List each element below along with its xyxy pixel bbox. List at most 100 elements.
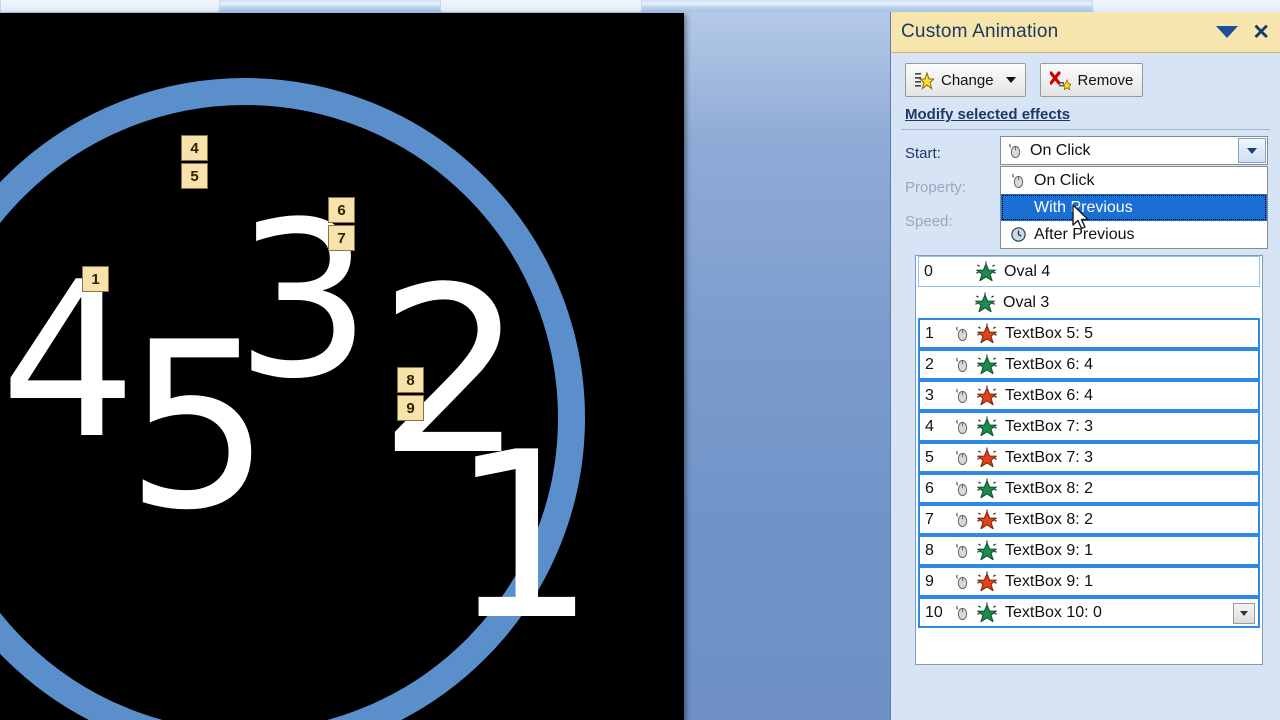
effect-order-number: 7 [925, 510, 934, 528]
effect-type-icon [973, 447, 1001, 469]
start-option-after-previous[interactable]: After Previous [1001, 221, 1267, 248]
effect-item-label: TextBox 6: 4 [1005, 386, 1094, 404]
effect-list-item[interactable]: 9 TextBox 9: 1 [918, 566, 1260, 597]
ribbon-tab-notch-1[interactable] [0, 0, 220, 12]
mouse-click-icon [955, 326, 967, 342]
exit-effect-star-icon [977, 385, 997, 405]
animation-order-tag[interactable]: 1 [82, 266, 109, 292]
mouse-click-icon [955, 481, 967, 497]
start-dropdown-list[interactable]: On Click With Previous After Previous [1000, 166, 1268, 249]
effect-order-number: 2 [925, 355, 934, 373]
start-select[interactable]: On Click [1000, 136, 1268, 165]
mouse-click-trigger-icon [951, 418, 973, 435]
animation-order-tag[interactable]: 5 [181, 163, 208, 189]
effect-list-item[interactable]: 7 TextBox 8: 2 [918, 504, 1260, 535]
pane-title-bar: Custom Animation ✕ [891, 12, 1280, 53]
clock-icon [1010, 227, 1026, 242]
effect-item-label: TextBox 9: 1 [1005, 572, 1094, 590]
effect-order-number: 5 [925, 448, 934, 466]
effect-type-icon [973, 385, 1001, 407]
effect-list-item[interactable]: 0 Oval 4 [918, 256, 1260, 287]
effect-type-icon [973, 509, 1001, 531]
chevron-down-icon[interactable] [1238, 138, 1266, 163]
effect-order-number: 4 [925, 417, 934, 435]
effect-item-label: TextBox 8: 2 [1005, 479, 1094, 497]
mouse-click-trigger-icon [951, 604, 973, 621]
mouse-click-trigger-icon [951, 511, 973, 528]
effect-item-label: TextBox 7: 3 [1005, 417, 1094, 435]
mouse-click-icon [955, 605, 967, 621]
effect-item-label: TextBox 5: 5 [1005, 324, 1094, 342]
divider [901, 129, 1270, 130]
entrance-effect-star-icon [977, 354, 997, 374]
effect-item-label: TextBox 6: 4 [1005, 355, 1094, 373]
start-option-with-previous[interactable]: With Previous [1001, 194, 1267, 221]
effect-list-item[interactable]: 1 TextBox 5: 5 [918, 318, 1260, 349]
animation-order-tag[interactable]: 6 [328, 197, 355, 223]
effect-item-label: TextBox 10: 0 [1005, 603, 1102, 621]
chevron-down-icon[interactable] [1216, 26, 1239, 38]
effect-order-number: 0 [924, 262, 933, 280]
effect-list-item[interactable]: 10 TextBox 10: 0 [918, 597, 1260, 628]
ribbon-tab-notch-3[interactable] [1092, 0, 1280, 12]
property-label: Property: [905, 178, 966, 196]
slide-digit[interactable]: 4 [0, 253, 137, 468]
exit-effect-star-icon [977, 571, 997, 591]
entrance-effect-star-icon [975, 292, 995, 312]
remove-button[interactable]: Remove [1039, 63, 1144, 97]
mouse-click-trigger-icon [951, 480, 973, 497]
entrance-effect-star-icon [977, 478, 997, 498]
animation-order-tag[interactable]: 9 [397, 395, 424, 421]
effect-type-icon [973, 323, 1001, 345]
effect-list-item[interactable]: 2 TextBox 6: 4 [918, 349, 1260, 380]
animation-effect-list[interactable]: 0 Oval 4 Oval 3 1 TextBox 5: 5 2 TextBox 6: 43… [915, 255, 1263, 665]
change-button[interactable]: Change [905, 63, 1026, 97]
mouse-click-trigger-icon [951, 542, 973, 559]
ribbon-sliver [0, 0, 1280, 12]
remove-button-label: Remove [1077, 71, 1134, 89]
chevron-down-icon [1240, 611, 1248, 616]
mouse-click-trigger-icon [951, 449, 973, 466]
effect-type-icon [971, 292, 999, 314]
effect-type-icon [973, 571, 1001, 593]
ribbon-tab-notch-2[interactable] [440, 0, 642, 12]
mouse-click-trigger-icon [951, 573, 973, 590]
close-icon[interactable]: ✕ [1252, 22, 1270, 43]
mouse-click-icon [1008, 143, 1021, 159]
modify-selected-effects-header: Modify selected effects [905, 106, 1071, 123]
animation-order-tag[interactable]: 4 [181, 135, 208, 161]
start-option-label: With Previous [1034, 198, 1133, 216]
effect-list-item[interactable]: 8 TextBox 9: 1 [918, 535, 1260, 566]
animation-order-tag[interactable]: 7 [328, 225, 355, 251]
effect-list-item[interactable]: 5 TextBox 7: 3 [918, 442, 1260, 473]
slide-area: 45321 1456789 [0, 13, 686, 720]
entrance-effect-star-icon [977, 416, 997, 436]
slide-digit[interactable]: 1 [450, 423, 596, 653]
page-title: Custom Animation [901, 21, 1059, 42]
mouse-click-trigger-icon [951, 356, 973, 373]
effect-item-label: Oval 4 [1004, 262, 1051, 280]
effect-type-icon [973, 354, 1001, 376]
effect-item-label: TextBox 7: 3 [1005, 448, 1094, 466]
start-label: Start: [905, 144, 941, 162]
change-effect-star-icon [915, 70, 934, 90]
effect-type-icon [973, 602, 1001, 624]
effect-list-item[interactable]: 3 TextBox 6: 4 [918, 380, 1260, 411]
effect-list-item[interactable]: Oval 3 [918, 287, 1260, 318]
chevron-down-icon[interactable] [1005, 77, 1016, 83]
mouse-click-icon [955, 543, 967, 559]
mouse-click-icon [1011, 173, 1023, 189]
start-option-on-click[interactable]: On Click [1001, 167, 1267, 194]
effect-expand-button[interactable] [1233, 603, 1255, 624]
effect-type-icon [973, 540, 1001, 562]
start-option-label: On Click [1034, 171, 1095, 189]
mouse-click-trigger-icon [951, 325, 973, 342]
slide-canvas[interactable]: 45321 1456789 [0, 13, 684, 720]
effect-list-item[interactable]: 6 TextBox 8: 2 [918, 473, 1260, 504]
animation-order-tag[interactable]: 8 [397, 367, 424, 393]
effect-type-icon [972, 261, 1000, 283]
effect-item-label: TextBox 8: 2 [1005, 510, 1094, 528]
mouse-click-icon [955, 574, 967, 590]
effect-list-item[interactable]: 4 TextBox 7: 3 [918, 411, 1260, 442]
exit-effect-star-icon [977, 447, 997, 467]
